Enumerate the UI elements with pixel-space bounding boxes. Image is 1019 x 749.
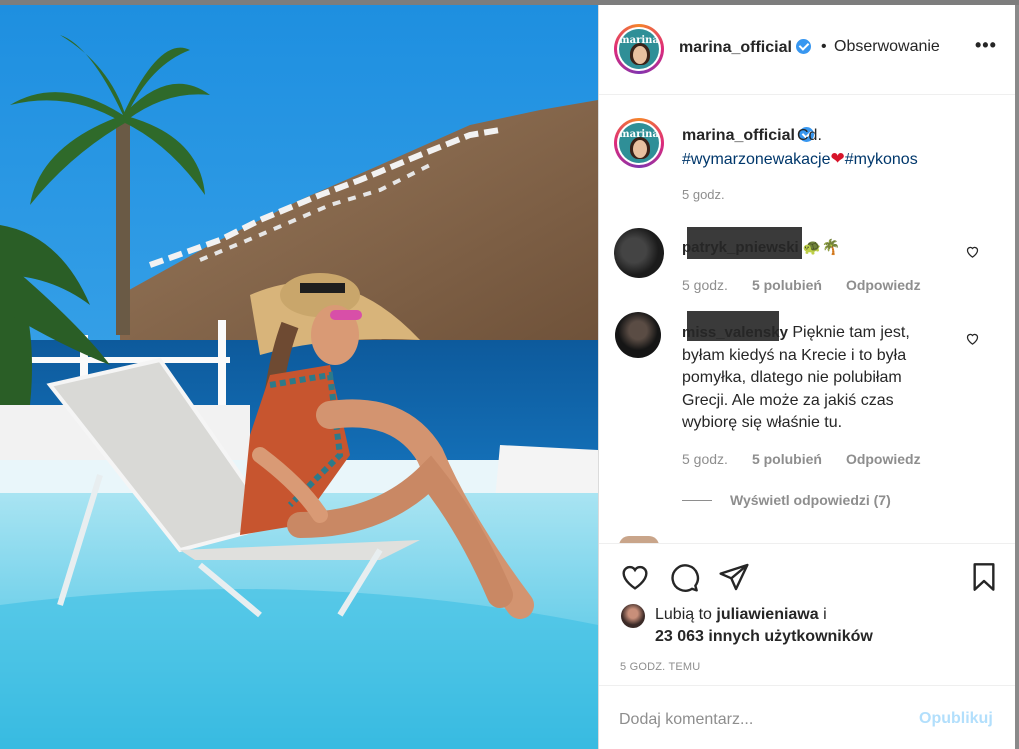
publish-button[interactable]: Opublikuj — [919, 710, 993, 728]
red-heart-emoji: ❤ — [830, 149, 845, 168]
view-replies-text[interactable]: Wyświetl odpowiedzi (7) — [730, 492, 891, 508]
caption-username-text[interactable]: marina_official — [682, 127, 795, 144]
caption-hashtags: #wymarzonewakacje❤#mykonos — [682, 149, 918, 169]
caption-time[interactable]: 5 godz. — [682, 187, 725, 202]
hashtag-link[interactable]: #wymarzonewakacje — [682, 151, 831, 168]
caption-author-avatar[interactable]: marina — [614, 118, 664, 168]
add-comment-bar: Opublikuj — [599, 685, 1016, 749]
commenter-avatar[interactable] — [614, 228, 664, 278]
view-replies-button[interactable]: Wyświetl odpowiedzi (7) — [682, 492, 891, 508]
comment-line: Pięknie tam jest, — [792, 324, 910, 341]
comment-input[interactable] — [619, 706, 909, 734]
comment-text: 🐢🌴 — [802, 239, 841, 256]
next-comment-avatar-peek — [619, 536, 659, 543]
liker-avatar[interactable] — [621, 604, 645, 628]
post-side-panel: marina marina_official • Obserwowanie ••… — [598, 5, 1016, 749]
liker-username[interactable]: juliawieniawa — [716, 606, 818, 623]
more-options-icon[interactable]: ••• — [975, 35, 997, 56]
comment-line: pomyłka, dlatego nie polubiłam — [682, 369, 902, 386]
post-header: marina marina_official • Obserwowanie ••… — [599, 5, 1016, 95]
like-heart-icon[interactable] — [619, 561, 651, 593]
share-send-icon[interactable] — [718, 561, 750, 593]
commenter-username-text[interactable]: patryk_pniewski — [682, 239, 799, 256]
hashtag-link[interactable]: #mykonos — [845, 151, 918, 168]
caption-username[interactable]: marina_official — [682, 127, 814, 145]
author-avatar[interactable]: marina — [614, 24, 664, 74]
post-timestamp[interactable]: 5 GODZ. TEMU — [620, 661, 700, 673]
comment-line: wybiorę się właśnie tu. — [682, 414, 843, 431]
save-bookmark-icon[interactable] — [968, 561, 1000, 593]
comment-time[interactable]: 5 godz. — [682, 277, 728, 293]
caption-avatar-logo-text: marina — [619, 129, 659, 140]
reply-button[interactable]: Odpowiedz — [846, 451, 921, 467]
commenter-username[interactable]: patryk_pniewski 🐢🌴 — [682, 238, 840, 256]
avatar-logo-text: marina — [619, 35, 659, 46]
likes-prefix: Lubią to — [655, 606, 712, 623]
comment-likes[interactable]: 5 polubień — [752, 277, 822, 293]
post-photo[interactable] — [0, 5, 598, 749]
verified-badge-icon — [795, 39, 811, 54]
comment-line: Grecji. Ale może za jakiś czas — [682, 391, 894, 409]
window-right-edge — [1015, 5, 1019, 749]
likes-count[interactable]: 23 063 innych użytkowników — [655, 628, 873, 646]
comment-meta: 5 godz. 5 polubień Odpowiedz — [682, 451, 921, 467]
author-username[interactable]: marina_official — [679, 39, 811, 57]
comment-like-heart-icon[interactable] — [965, 331, 980, 346]
comment-time[interactable]: 5 godz. — [682, 451, 728, 467]
instagram-post-window: marina marina_official • Obserwowanie ••… — [0, 0, 1019, 749]
comment-line: byłam kiedyś na Krecie i to była — [682, 346, 907, 364]
likes-suffix: i — [823, 606, 827, 623]
comment-meta: 5 godz. 5 polubień Odpowiedz — [682, 277, 921, 293]
reply-button[interactable]: Odpowiedz — [846, 277, 921, 293]
caption-more-link[interactable]: Cd. — [797, 127, 822, 145]
replies-divider-line — [682, 500, 712, 501]
likes-count-text[interactable]: 23 063 innych użytkowników — [655, 628, 873, 645]
comment-text-block: miss_valensky Pięknie tam jest, byłam ki… — [682, 322, 982, 435]
author-username-text[interactable]: marina_official — [679, 39, 792, 56]
following-button[interactable]: Obserwowanie — [834, 38, 940, 56]
commenter-avatar[interactable] — [615, 312, 661, 358]
commenter-username-text[interactable]: miss_valensky — [682, 324, 788, 341]
follow-separator: • — [821, 38, 827, 55]
post-actions: Lubią to juliawieniawa i 23 063 innych u… — [599, 543, 1016, 703]
comment-likes[interactable]: 5 polubień — [752, 451, 822, 467]
comment-like-heart-icon[interactable] — [965, 244, 980, 259]
comments-list[interactable]: marina marina_official Cd. #wymarzonewak… — [599, 96, 1016, 543]
comment-bubble-icon[interactable] — [668, 561, 700, 593]
likes-summary: Lubią to juliawieniawa i — [655, 606, 827, 624]
